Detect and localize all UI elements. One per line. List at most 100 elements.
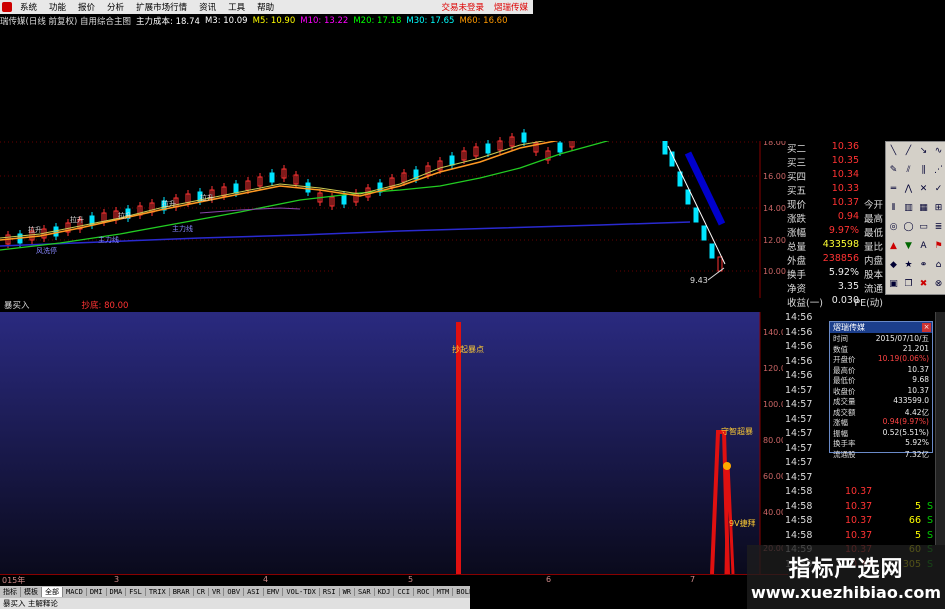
tab-8[interactable]: BRAR (170, 588, 194, 596)
tool-delete-icon[interactable]: ✖ (916, 275, 931, 294)
close-icon[interactable]: × (922, 323, 931, 332)
tab-3[interactable]: MACD (63, 588, 87, 596)
tab-12[interactable]: ASI (244, 588, 264, 596)
menu-quote[interactable]: 报价 (78, 1, 95, 13)
falling-ma-band (684, 151, 726, 226)
signal-dot-icon (723, 462, 731, 470)
tool-lock-icon[interactable]: ⌂ (931, 256, 945, 275)
tick-price: 10.37 (845, 515, 873, 526)
tab-10[interactable]: VR (209, 588, 225, 596)
popup-value: 7.32亿 (904, 449, 929, 459)
menu-analysis[interactable]: 分析 (107, 1, 124, 13)
tool-fib-icon[interactable]: ≣ (931, 218, 945, 237)
signal-label-right-bottom: 9V捷拜 (729, 518, 756, 528)
tab-5[interactable]: DMA (107, 588, 127, 596)
tool-up-arrow-icon[interactable]: ▲ (886, 237, 901, 256)
popup-row: 成交额 4.42亿 (830, 407, 932, 418)
menu-tools[interactable]: 工具 (228, 1, 245, 13)
tool-flag-icon[interactable]: ⚑ (931, 237, 945, 256)
annotation-6: 主力线 (98, 235, 119, 244)
ma30-value: M30: 17.65 (406, 16, 455, 26)
menu-extended-market[interactable]: 扩展市场行情 (136, 1, 187, 13)
tab-0[interactable]: 指标 (0, 587, 21, 597)
tool-pen-icon[interactable]: ✎ (886, 161, 901, 180)
tab-21[interactable]: MTM (434, 588, 454, 596)
tick-row: 14:58 10.37 66 S (783, 515, 935, 527)
tick-list-scrollbar[interactable] (935, 312, 945, 545)
tool-check-icon[interactable]: ✓ (931, 180, 945, 199)
tab-1[interactable]: 模板 (21, 587, 42, 597)
tool-line-icon[interactable]: ╲ (886, 142, 901, 161)
tool-star-icon[interactable]: ★ (901, 256, 916, 275)
tool-close-icon[interactable]: ⊗ (931, 275, 945, 294)
popup-header[interactable]: 熠瑞传媒 × (830, 322, 932, 333)
main-cost-value: 主力成本: 18.74 (136, 17, 200, 27)
tool-hline-icon[interactable]: ═ (886, 180, 901, 199)
tick-price: 10.37 (845, 486, 873, 497)
quote-row: 买二 10.36 (787, 141, 883, 155)
tool-copy-icon[interactable]: ❐ (901, 275, 916, 294)
tab-4[interactable]: DMI (87, 588, 107, 596)
tab-9[interactable]: CR (194, 588, 209, 596)
tool-gann-icon[interactable]: ⊞ (931, 199, 945, 218)
tool-parallel-icon[interactable]: ∥ (916, 161, 931, 180)
tool-down-arrow-icon[interactable]: ▼ (901, 237, 916, 256)
menu-info[interactable]: 资讯 (199, 1, 216, 13)
tab-7[interactable]: TRIX (146, 588, 170, 596)
tab-19[interactable]: CCI (394, 588, 414, 596)
tab-17[interactable]: SAR (355, 588, 375, 596)
tab-11[interactable]: OBV (224, 588, 245, 596)
indicator-chart[interactable]: 140.00120.00100.0080.0060.0040.0020.00 抄… (0, 312, 788, 574)
tool-grid-icon[interactable]: ▦ (916, 199, 931, 218)
quote-label: 买五 (787, 186, 807, 197)
tool-cross-icon[interactable]: ✕ (916, 180, 931, 199)
tool-link-icon[interactable]: ⚭ (916, 256, 931, 275)
login-status-link[interactable]: 交易未登录 (441, 1, 484, 13)
tab-18[interactable]: KDJ (375, 588, 395, 596)
tab-16[interactable]: WR (340, 588, 355, 596)
tick-time: 14:57 (785, 428, 813, 439)
tool-spiral-icon[interactable]: ◎ (886, 218, 901, 237)
tool-channel-icon[interactable]: ⫽ (901, 161, 916, 180)
tick-row: 14:58 10.37 5 S (783, 530, 935, 542)
ma20-value: M20: 17.18 (353, 16, 402, 26)
tool-zigzag-icon[interactable]: ⋀ (901, 180, 916, 199)
tool-save-icon[interactable]: ▣ (886, 275, 901, 294)
tick-time: 14:57 (785, 384, 813, 396)
quote-value: 10.35 (831, 155, 859, 166)
tab-15[interactable]: RSI (320, 588, 340, 596)
tool-diamond-icon[interactable]: ◆ (886, 256, 901, 275)
quote-row: 外盘 238856 内盘 (787, 253, 883, 267)
quote-label-right: 股本 (863, 270, 883, 281)
tab-20[interactable]: ROC (414, 588, 434, 596)
tool-bars-icon[interactable]: ▥ (901, 199, 916, 218)
tick-time: 14:56 (785, 312, 813, 323)
tool-ellipse-icon[interactable]: ◯ (901, 218, 916, 237)
popup-label: 振幅 (833, 428, 848, 438)
tab-13[interactable]: EMV (264, 588, 284, 596)
menu-help[interactable]: 帮助 (257, 1, 274, 13)
app-logo-icon (2, 2, 12, 12)
tick-time: 14:56 (785, 326, 813, 338)
quote-value: 10.37 (831, 197, 859, 208)
tab-2[interactable]: 全部 (42, 587, 63, 597)
tool-arrow-icon[interactable]: ↘ (916, 142, 931, 161)
tab-14[interactable]: VOL-TDX (283, 588, 320, 596)
tool-wave-icon[interactable]: ∿ (931, 142, 945, 161)
menu-function[interactable]: 功能 (49, 1, 66, 13)
tool-fan-icon[interactable]: ⋰ (931, 161, 945, 180)
tick-volume: 5 (914, 500, 921, 512)
popup-label: 数值 (833, 344, 848, 354)
popup-label: 时间 (833, 334, 848, 343)
tab-6[interactable]: FSL (126, 588, 146, 596)
tab-22[interactable]: BOLL (453, 588, 470, 596)
menu-system[interactable]: 系统 (20, 1, 37, 13)
tool-text-icon[interactable]: A (916, 237, 931, 256)
popup-title: 熠瑞传媒 (833, 323, 865, 332)
tool-rect-icon[interactable]: ▭ (916, 218, 931, 237)
popup-value: 21.201 (902, 343, 929, 353)
tool-vlines-icon[interactable]: ⦀ (886, 199, 901, 218)
candle (662, 139, 668, 155)
tool-ray-icon[interactable]: ╱ (901, 142, 916, 161)
indicator-name[interactable]: 暴买入 (4, 299, 30, 311)
